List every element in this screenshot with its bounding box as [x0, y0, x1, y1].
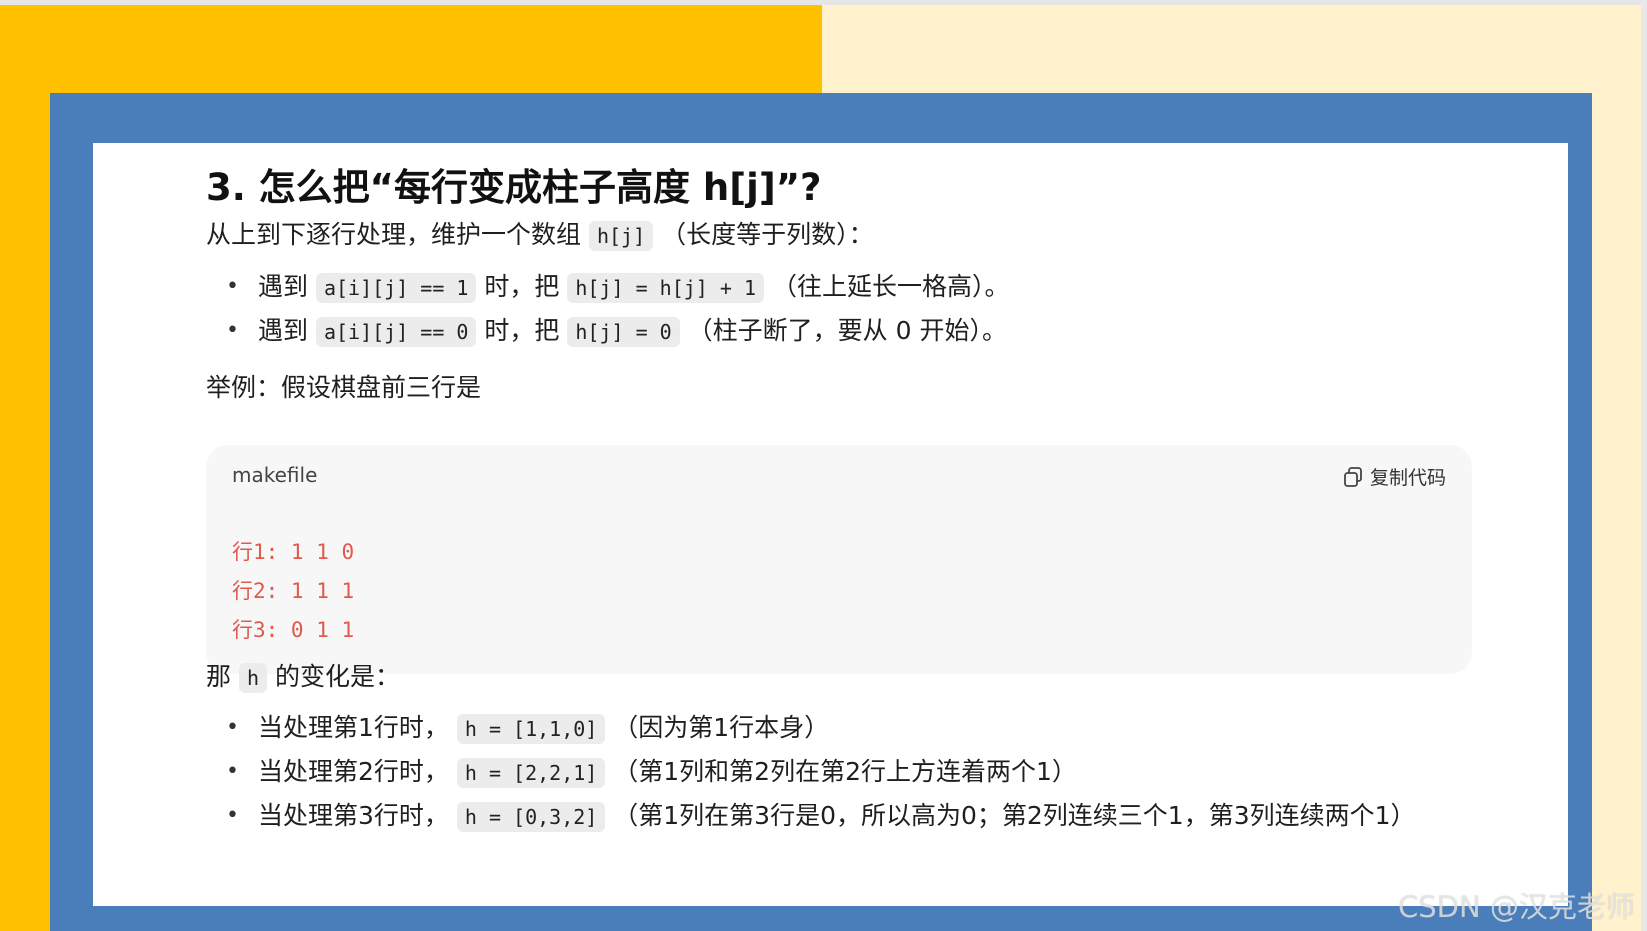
code-line: 行3: 0 1 1 [232, 618, 355, 642]
change-suffix: （第1列在第3行是0，所以高为0；第2列连续三个1，第3列连续两个1） [613, 801, 1416, 830]
code-lines: 行1: 1 1 0 行2: 1 1 1 行3: 0 1 1 [232, 533, 354, 650]
change-suffix: （第1列和第2列在第2行上方连着两个1） [613, 757, 1077, 786]
bullet: • [226, 803, 239, 828]
rule-code-action: h[j] = 0 [567, 317, 680, 347]
code-block: makefile 复制代码 行1: 1 1 0 行2: 1 1 1 行3: 0 … [206, 445, 1472, 674]
content-panel: 3. 怎么把“每行变成柱子高度 h[j]”? 从上到下逐行处理，维护一个数组 h… [93, 143, 1568, 906]
code-line: 行1: 1 1 0 [232, 540, 355, 564]
change-intro: 那 h 的变化是： [206, 660, 400, 695]
change-code-value: h = [0,3,2] [456, 802, 606, 832]
code-line: 行2: 1 1 1 [232, 579, 355, 603]
rule-prefix: 遇到 [258, 316, 309, 345]
rule-suffix: （柱子断了，要从 0 开始）。 [687, 316, 1007, 345]
bullet: • [226, 715, 239, 740]
change-code: h [238, 663, 268, 693]
bullet: • [226, 318, 239, 343]
rule-prefix: 遇到 [258, 272, 309, 301]
right-strip [1641, 0, 1647, 931]
change-code-value: h = [2,2,1] [456, 758, 606, 788]
copy-code-button[interactable]: 复制代码 [1342, 463, 1446, 490]
csdn-watermark: CSDN @汉克老师 [1398, 890, 1635, 924]
rule-code-condition: a[i][j] == 1 [315, 273, 477, 303]
copy-icon [1342, 466, 1364, 488]
rule-mid: 时，把 [484, 316, 560, 345]
change-suffix: （因为第1行本身） [613, 713, 830, 742]
bullet: • [226, 759, 239, 784]
top-strip [0, 0, 1647, 5]
copy-code-label: 复制代码 [1369, 467, 1446, 489]
section-heading: 3. 怎么把“每行变成柱子高度 h[j]”? [206, 166, 822, 209]
change-code-value: h = [1,1,0] [456, 714, 606, 744]
change-prefix: 当处理第2行时， [258, 757, 449, 786]
change-text-before: 那 [206, 662, 232, 691]
example-intro: 举例：假设棋盘前三行是 [206, 373, 482, 402]
intro-text-after: （长度等于列数）： [661, 220, 874, 249]
change-prefix: 当处理第3行时， [258, 801, 449, 830]
rule-code-action: h[j] = h[j] + 1 [567, 273, 765, 303]
intro-paragraph: 从上到下逐行处理，维护一个数组 h[j] （长度等于列数）： [206, 218, 874, 253]
bullet: • [226, 274, 239, 299]
rule-suffix: （往上延长一格高）。 [771, 272, 1010, 301]
change-prefix: 当处理第1行时， [258, 713, 449, 742]
code-language-label: makefile [232, 463, 318, 487]
rule-code-condition: a[i][j] == 0 [315, 317, 477, 347]
intro-code: h[j] [588, 221, 654, 251]
change-text-after: 的变化是： [274, 662, 400, 691]
intro-text-before: 从上到下逐行处理，维护一个数组 [206, 220, 582, 249]
rule-mid: 时，把 [484, 272, 560, 301]
